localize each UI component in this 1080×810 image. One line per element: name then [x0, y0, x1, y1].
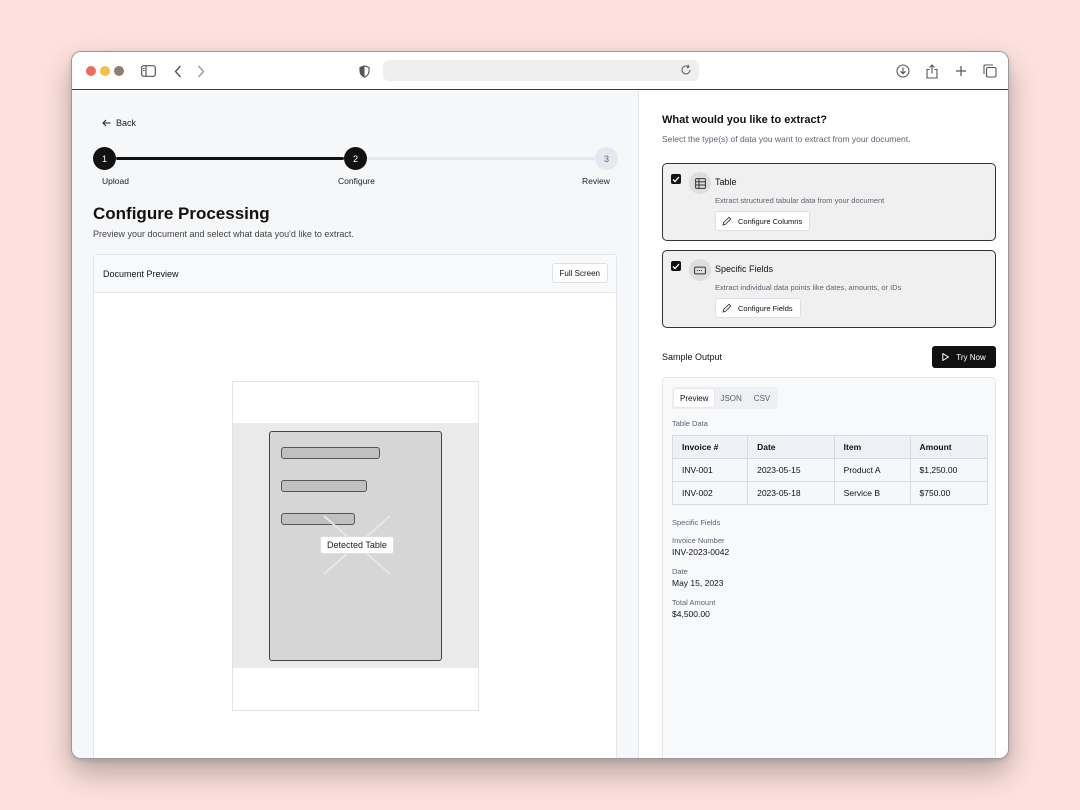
arrow-left-icon: [102, 119, 111, 127]
document-preview-header: Document Preview Full Screen: [94, 255, 616, 293]
sample-output-label: Sample Output: [662, 352, 723, 362]
option-description: Extract structured tabular data from you…: [715, 196, 885, 205]
tab-preview[interactable]: Preview: [674, 389, 715, 407]
table-cell: 2023-05-18: [747, 481, 835, 505]
detected-region-highlight: Detected Table: [233, 423, 478, 668]
document-preview-title: Document Preview: [103, 269, 179, 279]
sidebar-toggle-icon[interactable]: [138, 61, 158, 81]
table-cell: INV-002: [671, 481, 749, 505]
checkmark-icon: [672, 263, 680, 269]
minimize-window-button[interactable]: [100, 66, 110, 76]
table-cell: INV-001: [671, 458, 749, 482]
form-field-icon: [689, 259, 711, 281]
reload-icon[interactable]: [679, 63, 693, 77]
try-now-button[interactable]: Try Now: [932, 346, 996, 368]
table-cell: 2023-05-15: [747, 458, 835, 482]
document-text-line: [281, 447, 380, 459]
field-value-total-amount: $4,500.00: [672, 609, 710, 619]
field-label-date: Date: [672, 567, 688, 576]
share-icon[interactable]: [922, 61, 942, 81]
checkmark-icon: [672, 176, 680, 182]
option-title: Specific Fields: [715, 264, 774, 274]
field-label-invoice-number: Invoice Number: [672, 536, 725, 545]
page-subtitle: Preview your document and select what da…: [93, 229, 354, 239]
back-nav-icon[interactable]: [168, 61, 188, 81]
zoom-window-button[interactable]: [114, 66, 124, 76]
step-2-indicator[interactable]: 2: [344, 147, 367, 170]
field-value-invoice-number: INV-2023-0042: [672, 547, 730, 557]
step-connector-complete: [116, 157, 344, 160]
extract-title: What would you like to extract?: [662, 114, 828, 126]
close-window-button[interactable]: [86, 66, 96, 76]
back-link[interactable]: Back: [102, 118, 136, 128]
table-cell: Service B: [833, 481, 911, 505]
table-row: INV-001 2023-05-15 Product A $1,250.00: [671, 458, 989, 482]
app-content: Back 1 2 3 Upload Configure Review Confi…: [72, 91, 1008, 758]
step-2-label: Configure: [338, 176, 375, 186]
table-header-row: Invoice # Date Item Amount: [671, 435, 989, 459]
left-panel: Back 1 2 3 Upload Configure Review Confi…: [72, 91, 639, 758]
detected-table-label: Detected Table: [320, 536, 394, 554]
field-value-date: May 15, 2023: [672, 578, 724, 588]
address-bar[interactable]: [383, 60, 699, 81]
configure-fields-button[interactable]: Configure Fields: [715, 298, 801, 318]
forward-nav-icon[interactable]: [191, 61, 211, 81]
tab-csv[interactable]: CSV: [748, 389, 776, 407]
option-card-table[interactable]: Table Extract structured tabular data fr…: [662, 163, 996, 241]
tab-json[interactable]: JSON: [714, 389, 747, 407]
pencil-icon: [722, 303, 732, 313]
sample-data-table: Invoice # Date Item Amount INV-001 2023-…: [671, 435, 989, 505]
column-header: Invoice #: [671, 435, 749, 459]
table-row: INV-002 2023-05-18 Service B $750.00: [671, 481, 989, 505]
browser-toolbar: [72, 52, 1008, 90]
column-header: Date: [747, 435, 835, 459]
page-title: Configure Processing: [93, 204, 270, 223]
back-label: Back: [116, 118, 137, 128]
specific-fields-checkbox[interactable]: [671, 261, 681, 271]
configure-columns-label: Configure Columns: [738, 216, 803, 226]
configure-fields-label: Configure Fields: [738, 303, 793, 313]
browser-window: Back 1 2 3 Upload Configure Review Confi…: [71, 51, 1009, 759]
configure-columns-button[interactable]: Configure Columns: [715, 211, 811, 231]
detected-table-outline[interactable]: Detected Table: [269, 431, 442, 661]
downloads-icon[interactable]: [893, 61, 913, 81]
document-text-line: [281, 480, 367, 492]
privacy-shield-icon[interactable]: [354, 61, 374, 81]
option-card-specific-fields[interactable]: Specific Fields Extract individual data …: [662, 250, 996, 328]
play-icon: [942, 353, 950, 361]
tab-overview-icon[interactable]: [980, 61, 1000, 81]
column-header: Item: [833, 435, 911, 459]
step-1-indicator[interactable]: 1: [93, 147, 116, 170]
full-screen-button[interactable]: Full Screen: [551, 263, 608, 283]
table-checkbox[interactable]: [671, 174, 681, 184]
step-3-label: Review: [582, 176, 610, 186]
new-tab-icon[interactable]: [951, 61, 971, 81]
table-cell: $1,250.00: [909, 458, 989, 482]
extract-subtitle: Select the type(s) of data you want to e…: [662, 134, 911, 144]
document-preview-card: Document Preview Full Screen Detected Ta…: [93, 254, 617, 758]
field-label-total-amount: Total Amount: [672, 598, 716, 607]
pencil-icon: [722, 216, 732, 226]
option-description: Extract individual data points like date…: [715, 283, 902, 292]
progress-stepper: 1 2 3 Upload Configure Review: [93, 147, 618, 187]
sample-output-card: Preview JSON CSV Table Data Invoice # Da…: [662, 377, 996, 758]
right-panel: What would you like to extract? Select t…: [640, 91, 1008, 758]
specific-fields-label: Specific Fields: [672, 518, 721, 527]
step-1-label: Upload: [102, 176, 129, 186]
option-title: Table: [715, 177, 737, 187]
document-page-thumbnail[interactable]: Detected Table: [232, 381, 479, 711]
table-cell: $750.00: [909, 481, 989, 505]
column-header: Amount: [909, 435, 989, 459]
step-3-indicator[interactable]: 3: [595, 147, 618, 170]
step-connector-pending: [367, 157, 595, 160]
table-cell: Product A: [833, 458, 911, 482]
table-icon: [689, 172, 711, 194]
table-data-label: Table Data: [672, 419, 708, 428]
try-now-label: Try Now: [956, 352, 986, 362]
output-format-tabs: Preview JSON CSV: [672, 387, 779, 409]
